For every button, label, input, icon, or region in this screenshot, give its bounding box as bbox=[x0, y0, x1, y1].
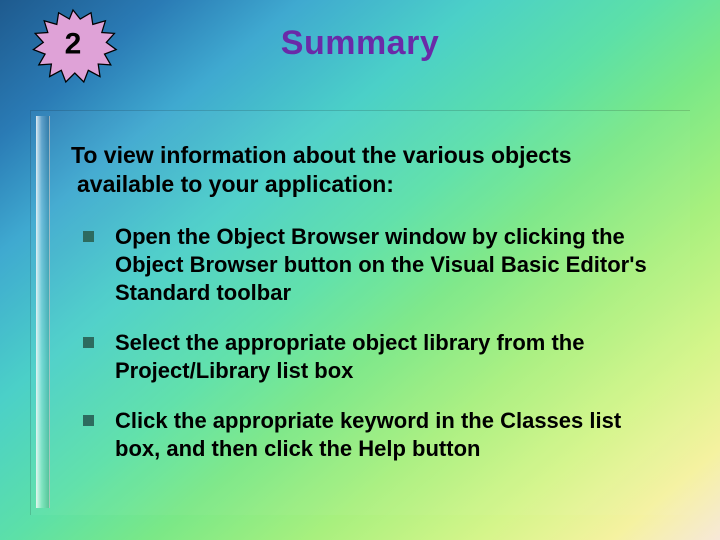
slide-title: Summary bbox=[281, 24, 439, 63]
bullet-list: Open the Object Browser window by clicki… bbox=[83, 223, 662, 464]
step-number: 2 bbox=[65, 27, 82, 61]
list-item: Select the appropriate object library fr… bbox=[83, 329, 662, 385]
list-item: Click the appropriate keyword in the Cla… bbox=[83, 407, 662, 463]
content-panel: To view information about the various ob… bbox=[30, 110, 690, 515]
list-item: Open the Object Browser window by clicki… bbox=[83, 223, 662, 307]
intro-text: To view information about the various ob… bbox=[71, 141, 662, 199]
step-badge: 2 bbox=[28, 8, 118, 84]
